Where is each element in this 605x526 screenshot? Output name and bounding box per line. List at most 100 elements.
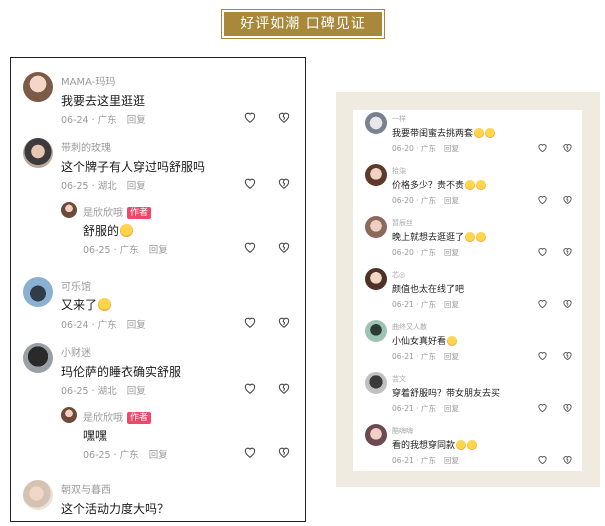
broken-heart-outline-icon[interactable] [562, 246, 573, 257]
comment-username[interactable]: 小财迷 [61, 344, 91, 359]
heart-outline-icon[interactable] [537, 194, 548, 205]
comment-username[interactable]: 拾柒 [392, 166, 406, 176]
comment-date: 06-25 [83, 450, 111, 461]
reply-button[interactable]: 回复 [444, 456, 459, 465]
broken-heart-outline-icon[interactable] [562, 402, 573, 413]
avatar[interactable] [61, 202, 77, 218]
comment-item: 酷嗨嗨 看的我想穿同款 06-21 · 广东 回复 [353, 422, 582, 471]
comment-region: 广东 [119, 245, 139, 256]
avatar[interactable] [23, 480, 53, 510]
heart-outline-icon[interactable] [243, 110, 257, 124]
comment-username[interactable]: 一样 [392, 114, 406, 124]
reply-button[interactable]: 回复 [444, 300, 459, 309]
laughing-emoji-icon [465, 180, 476, 190]
laughing-emoji-icon [485, 128, 496, 138]
avatar[interactable] [23, 343, 53, 373]
avatar[interactable] [365, 216, 387, 238]
comment-username[interactable]: 是欣欣哦 作者 [83, 204, 152, 219]
comment-username[interactable]: MAMA-玛玛 [61, 73, 115, 88]
reply-button[interactable]: 回复 [444, 352, 459, 361]
comment-username[interactable]: 曲终又人散 [392, 322, 427, 332]
comment-text: 看的我想穿同款 [392, 438, 478, 451]
avatar[interactable] [23, 138, 53, 168]
comment-meta: 06-21 · 广东 回复 [392, 352, 459, 361]
right-comments-panel: 一样 我要带闺蜜去挑两套 06-20 · 广东 回复 拾柒 价格多少？贵不贵 06… [353, 110, 582, 471]
broken-heart-outline-icon[interactable] [277, 315, 291, 329]
comment-username[interactable]: 暂辰丝 [392, 218, 413, 228]
comment-username[interactable]: 芯◎ [392, 270, 405, 280]
avatar[interactable] [365, 372, 387, 394]
broken-heart-outline-icon[interactable] [562, 142, 573, 153]
heart-outline-icon[interactable] [243, 315, 257, 329]
heart-outline-icon[interactable] [243, 445, 257, 459]
avatar[interactable] [365, 164, 387, 186]
broken-heart-outline-icon[interactable] [562, 194, 573, 205]
broken-heart-outline-icon[interactable] [277, 240, 291, 254]
reply-button[interactable]: 回复 [127, 320, 146, 331]
reply-button[interactable]: 回复 [127, 115, 146, 126]
avatar[interactable] [365, 424, 387, 446]
heart-outline-icon[interactable] [537, 454, 548, 465]
comment-text: 价格多少？贵不贵 [392, 178, 487, 191]
comment-text: 这个活动力度大吗？ [61, 502, 170, 516]
comment-item: 拾柒 价格多少？贵不贵 06-20 · 广东 回复 [353, 162, 582, 214]
avatar[interactable] [365, 268, 387, 290]
broken-heart-outline-icon[interactable] [277, 381, 291, 395]
reply-button[interactable]: 回复 [444, 404, 459, 413]
broken-heart-outline-icon[interactable] [562, 454, 573, 465]
heart-outline-icon[interactable] [243, 176, 257, 190]
smile-emoji-icon [120, 224, 134, 237]
reply-button[interactable]: 回复 [127, 386, 146, 397]
comment-date: 06-25 [83, 245, 111, 256]
comment-text: 嘿嘿 [83, 429, 108, 443]
comment-text: 小仙女真好看 [392, 334, 458, 347]
reply-button[interactable]: 回复 [149, 450, 168, 461]
comment-username[interactable]: 酷嗨嗨 [392, 426, 413, 436]
comment-meta: 06-25 · 湖北 回复 [61, 181, 146, 192]
heart-outline-icon[interactable] [537, 246, 548, 257]
author-badge: 作者 [127, 412, 152, 424]
heart-outline-icon[interactable] [243, 381, 257, 395]
avatar[interactable] [23, 277, 53, 307]
comment-item: 一样 我要带闺蜜去挑两套 06-20 · 广东 回复 [353, 110, 582, 162]
broken-heart-outline-icon[interactable] [562, 298, 573, 309]
comment-date: 06-25 [61, 386, 89, 397]
broken-heart-outline-icon[interactable] [277, 445, 291, 459]
comment-username[interactable]: 朝双与暮西 [61, 481, 111, 496]
reply-button[interactable]: 回复 [444, 196, 459, 205]
comment-meta: 06-24 · 广东 回复 [61, 320, 146, 331]
reply-button[interactable]: 回复 [444, 144, 459, 153]
comment-username[interactable]: 是欣欣哦 作者 [83, 409, 152, 424]
comment-region: 湖北 [97, 181, 117, 192]
comment-text: 舒服的 [83, 222, 134, 239]
heart-outline-icon[interactable] [537, 350, 548, 361]
reply-button[interactable]: 回复 [444, 248, 459, 257]
comment-username[interactable]: 芸文 [392, 374, 406, 384]
avatar[interactable] [61, 407, 77, 423]
comment-region: 湖北 [97, 386, 117, 397]
comment-text: 这个牌子有人穿过吗舒服吗 [61, 160, 206, 174]
avatar[interactable] [23, 72, 53, 102]
reply-button[interactable]: 回复 [149, 245, 168, 256]
comment-item: 芸文 穿着舒服吗？带女朋友去买 06-21 · 广东 回复 [353, 370, 582, 422]
heart-outline-icon[interactable] [537, 142, 548, 153]
heart-eyes-emoji-icon [98, 298, 112, 311]
comment-text: 颜值也太在线了吧 [392, 285, 465, 295]
comment-text: 玛伦萨的睡衣确实舒服 [61, 365, 182, 379]
heart-outline-icon[interactable] [537, 402, 548, 413]
broken-heart-outline-icon[interactable] [562, 350, 573, 361]
heart-outline-icon[interactable] [243, 240, 257, 254]
comment-region: 广东 [97, 320, 117, 331]
comment-meta: 06-24 · 广东 回复 [61, 115, 146, 126]
comment-text: 又来了 [61, 296, 112, 313]
reply-button[interactable]: 回复 [127, 181, 146, 192]
comment-item: 曲终又人散 小仙女真好看 06-21 · 广东 回复 [353, 318, 582, 370]
avatar[interactable] [365, 112, 387, 134]
comment-meta: 06-25 · 广东 回复 [83, 245, 168, 256]
broken-heart-outline-icon[interactable] [277, 176, 291, 190]
avatar[interactable] [365, 320, 387, 342]
broken-heart-outline-icon[interactable] [277, 110, 291, 124]
comment-username[interactable]: 可乐馆 [61, 278, 91, 293]
heart-outline-icon[interactable] [537, 298, 548, 309]
comment-username[interactable]: 带刺的玫瑰 [61, 139, 111, 154]
